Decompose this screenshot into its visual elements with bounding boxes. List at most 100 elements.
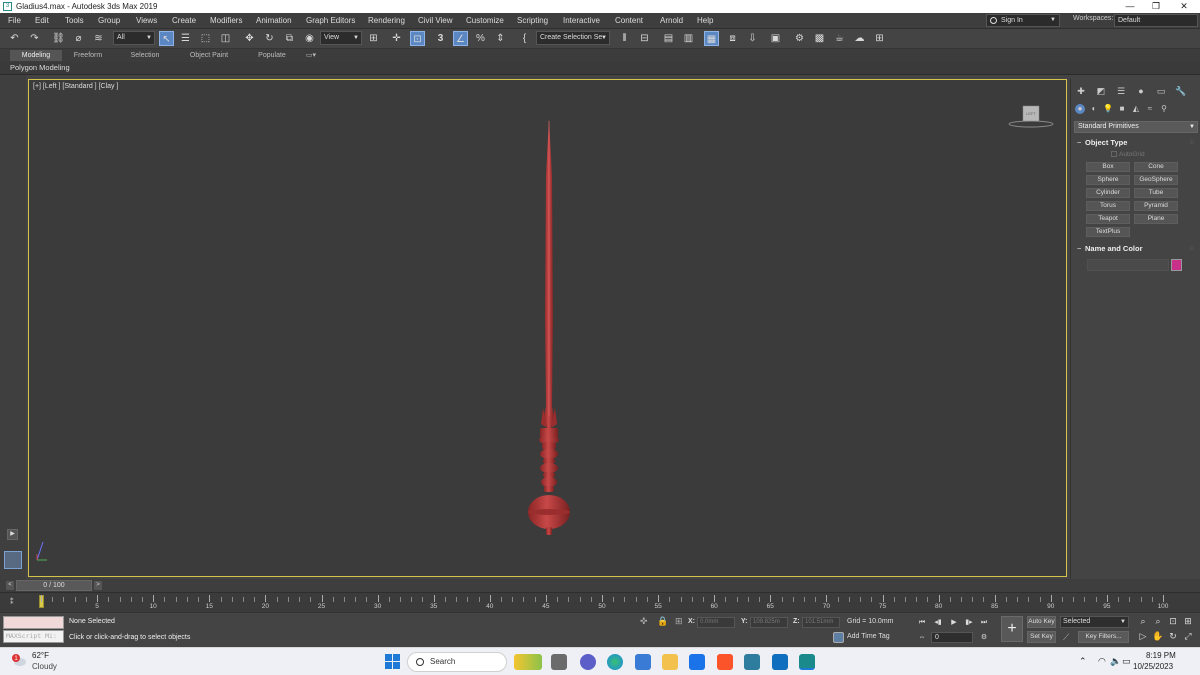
motion-panel-icon[interactable]: ● bbox=[1135, 85, 1147, 97]
expand-layout-icon[interactable]: ▶ bbox=[7, 529, 18, 540]
undo-icon[interactable]: ↶ bbox=[7, 31, 22, 46]
maximize-button[interactable]: ❐ bbox=[1144, 0, 1168, 13]
time-slider-thumb[interactable]: 0 / 100 bbox=[16, 580, 92, 591]
key-mode-dropdown[interactable]: Selected ▼ bbox=[1060, 616, 1129, 628]
textplus-button[interactable]: TextPlus bbox=[1086, 227, 1130, 237]
sign-in-dropdown[interactable]: Sign In ▼ bbox=[986, 14, 1060, 27]
isolate-selection-icon[interactable]: ✜ bbox=[640, 616, 648, 627]
field-of-view-icon[interactable]: ▷ bbox=[1137, 631, 1149, 642]
place-icon[interactable]: ◉ bbox=[302, 31, 317, 46]
volume-icon[interactable]: 🔈 bbox=[1110, 656, 1121, 667]
calculator-icon[interactable] bbox=[635, 654, 651, 670]
set-keys-icon[interactable]: + bbox=[1001, 616, 1023, 642]
render-in-cloud-icon[interactable]: ⊞ bbox=[872, 31, 887, 46]
create-panel-icon[interactable]: ✚ bbox=[1075, 85, 1087, 97]
pyramid-button[interactable]: Pyramid bbox=[1134, 201, 1178, 211]
key-filters-button[interactable]: Key Filters... bbox=[1078, 631, 1129, 643]
previous-frame-icon[interactable]: ◂▮ bbox=[932, 617, 944, 628]
menu-customize[interactable]: Customize bbox=[466, 15, 504, 27]
mail-icon[interactable] bbox=[689, 654, 705, 670]
render-iterative-icon[interactable]: ☁ bbox=[852, 31, 867, 46]
menu-tools[interactable]: Tools bbox=[65, 15, 84, 27]
pan-view-icon[interactable]: ✋ bbox=[1152, 631, 1164, 642]
tab-populate[interactable]: Populate bbox=[248, 50, 296, 61]
time-tag-icon[interactable] bbox=[833, 632, 844, 643]
geometry-icon[interactable]: ● bbox=[1075, 104, 1085, 114]
systems-icon[interactable]: ⚲ bbox=[1159, 104, 1169, 114]
render-setup-icon[interactable]: ⚙ bbox=[792, 31, 807, 46]
unlink-icon[interactable]: ⌀ bbox=[71, 31, 86, 46]
menu-views[interactable]: Views bbox=[136, 15, 157, 27]
maxscript-mini-listener[interactable]: MAXScript Mi: bbox=[3, 630, 64, 643]
window-crossing-icon[interactable]: ◫ bbox=[218, 31, 233, 46]
edge-browser-icon[interactable] bbox=[607, 654, 623, 670]
edit-named-selection-icon[interactable]: { bbox=[517, 31, 532, 46]
keyboard-shortcut-override-icon[interactable]: ⊡ bbox=[410, 31, 425, 46]
align-icon[interactable]: ⊟ bbox=[637, 31, 652, 46]
selection-filter-dropdown[interactable]: All ▼ bbox=[113, 31, 155, 45]
helpers-icon[interactable]: ◭ bbox=[1131, 104, 1141, 114]
weather-description[interactable]: Cloudy bbox=[32, 662, 57, 671]
menu-content[interactable]: Content bbox=[615, 15, 643, 27]
object-name-field[interactable] bbox=[1087, 259, 1169, 271]
teams-chat-icon[interactable] bbox=[580, 654, 596, 670]
z-coordinate-field[interactable]: 101.51mm bbox=[802, 617, 840, 628]
shapes-icon[interactable]: ◐ bbox=[1089, 104, 1099, 114]
name-and-color-rollout[interactable]: − Name and Color ⁘ bbox=[1075, 243, 1197, 255]
zoom-all-icon[interactable]: ⌕ bbox=[1152, 616, 1164, 627]
go-to-end-icon[interactable]: ⏭ bbox=[978, 617, 990, 628]
menu-arnold[interactable]: Arnold bbox=[660, 15, 683, 27]
minimize-button[interactable]: — bbox=[1118, 0, 1142, 13]
menu-animation[interactable]: Animation bbox=[256, 15, 292, 27]
move-icon[interactable]: ✥ bbox=[242, 31, 257, 46]
time-slider-prev-button[interactable]: < bbox=[6, 581, 14, 590]
menu-modifiers[interactable]: Modifiers bbox=[210, 15, 242, 27]
zoom-icon[interactable]: ⌕ bbox=[1137, 616, 1149, 627]
menu-create[interactable]: Create bbox=[172, 15, 196, 27]
track-bar[interactable]: ⁑ 5 10 15 20 25 30 35 40 45 50 55 60 65 70 75 80 85 90 95 1… bbox=[0, 592, 1200, 612]
viewport-label[interactable]: [+] [Left ] [Standard ] [Clay ] bbox=[33, 83, 118, 90]
next-frame-icon[interactable]: ▮▸ bbox=[963, 617, 975, 628]
close-button[interactable]: ✕ bbox=[1172, 0, 1196, 13]
taskbar-search-box[interactable]: Search bbox=[407, 652, 507, 672]
zoom-extents-icon[interactable]: ⊡ bbox=[1167, 616, 1179, 627]
windows-start-icon[interactable] bbox=[385, 654, 400, 669]
reference-coordinate-dropdown[interactable]: View ▼ bbox=[320, 31, 362, 45]
toggle-layer-explorer-icon[interactable]: ▥ bbox=[681, 31, 696, 46]
key-filter-icon[interactable]: ⁑ bbox=[10, 598, 14, 606]
autogrid-checkbox[interactable]: AutoGrid bbox=[1111, 151, 1145, 158]
clock-date[interactable]: 10/25/2023 bbox=[1133, 662, 1173, 671]
battery-icon[interactable]: ▭ bbox=[1122, 656, 1131, 667]
object-type-rollout[interactable]: − Object Type ⁘ bbox=[1075, 137, 1197, 149]
cylinder-button[interactable]: Cylinder bbox=[1086, 188, 1130, 198]
teapot-button[interactable]: Teapot bbox=[1086, 214, 1130, 224]
ribbon-options-icon[interactable]: ▭▾ bbox=[303, 50, 319, 61]
select-by-name-icon[interactable]: ☰ bbox=[178, 31, 193, 46]
news-widget-icon[interactable] bbox=[514, 654, 542, 670]
tab-selection[interactable]: Selection bbox=[121, 50, 169, 61]
x-coordinate-field[interactable]: 0.0mm bbox=[697, 617, 735, 628]
angle-snap-icon[interactable]: ∠ bbox=[453, 31, 468, 46]
menu-scripting[interactable]: Scripting bbox=[517, 15, 548, 27]
add-time-tag-button[interactable]: Add Time Tag bbox=[847, 633, 890, 640]
space-warps-icon[interactable]: ≈ bbox=[1145, 104, 1155, 114]
maxscript-listener-output[interactable] bbox=[3, 616, 64, 629]
media-app-icon[interactable] bbox=[772, 654, 788, 670]
menu-interactive[interactable]: Interactive bbox=[563, 15, 600, 27]
weather-cloudy-icon[interactable]: 1 bbox=[11, 653, 27, 667]
menu-rendering[interactable]: Rendering bbox=[368, 15, 405, 27]
workspace-dropdown[interactable]: Default bbox=[1114, 14, 1198, 27]
zoom-extents-all-icon[interactable]: ⊞ bbox=[1182, 616, 1194, 627]
auto-key-button[interactable]: Auto Key bbox=[1027, 616, 1056, 628]
render-production-icon[interactable]: ☕ bbox=[832, 31, 847, 46]
box-button[interactable]: Box bbox=[1086, 162, 1130, 172]
mirror-icon[interactable]: ⫴ bbox=[617, 31, 632, 46]
rectangular-selection-icon[interactable]: ⬚ bbox=[198, 31, 213, 46]
hierarchy-panel-icon[interactable]: ☰ bbox=[1115, 85, 1127, 97]
tube-button[interactable]: Tube bbox=[1134, 188, 1178, 198]
go-to-start-icon[interactable]: ⏮ bbox=[916, 617, 928, 628]
select-manipulate-icon[interactable]: ✛ bbox=[389, 31, 404, 46]
plane-button[interactable]: Plane bbox=[1134, 214, 1178, 224]
current-frame-field[interactable]: 0 bbox=[931, 632, 973, 643]
time-configuration-icon[interactable]: ⚙ bbox=[978, 632, 990, 643]
